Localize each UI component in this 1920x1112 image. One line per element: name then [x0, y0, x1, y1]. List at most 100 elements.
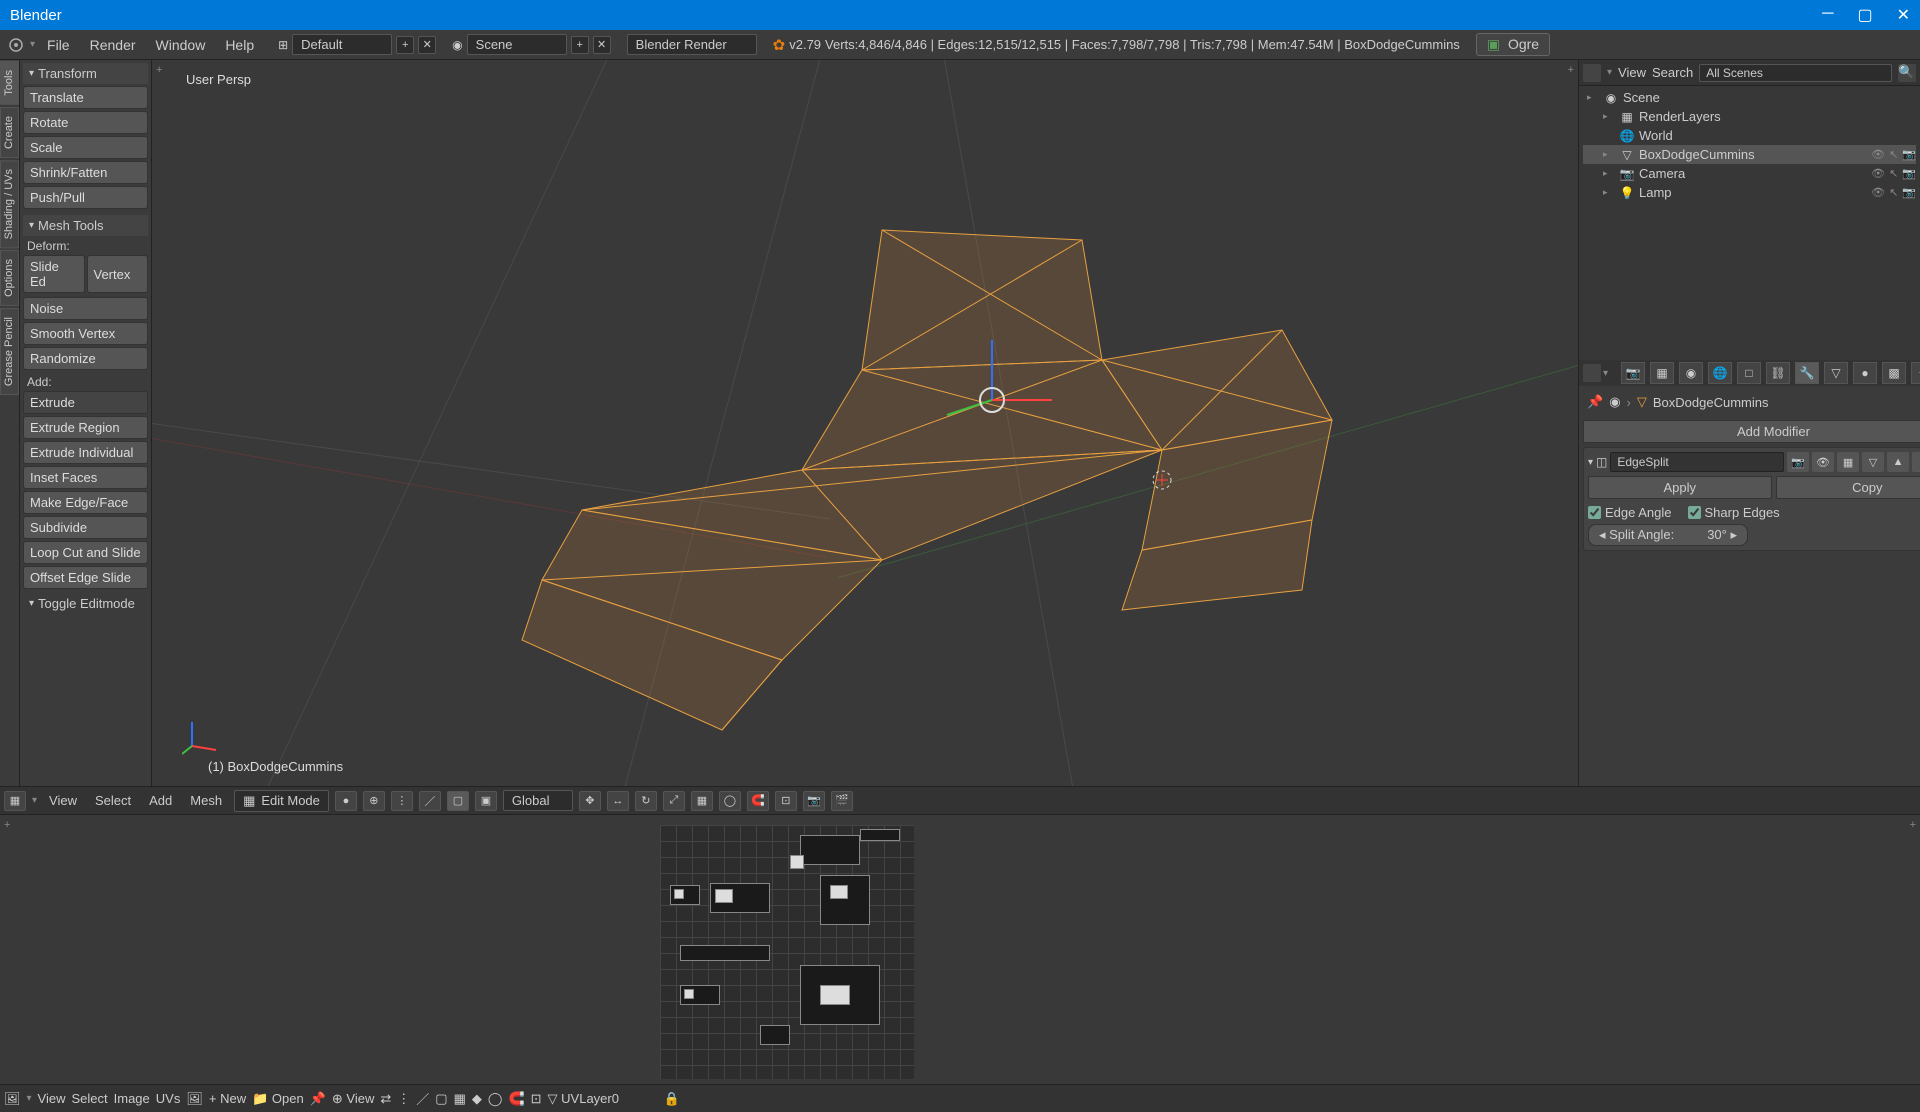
vertex-select-icon[interactable]: ⋮	[391, 791, 413, 811]
properties-editor-icon[interactable]	[1583, 364, 1601, 382]
render-anim-icon[interactable]: 🎬	[831, 791, 853, 811]
scene-add-button[interactable]: +	[571, 36, 589, 54]
panel-history[interactable]: Toggle Editmode	[23, 593, 148, 614]
slide-vertex-button[interactable]: Vertex	[87, 255, 149, 293]
menu-select[interactable]: Select	[72, 1091, 108, 1106]
push-pull-button[interactable]: Push/Pull	[23, 186, 148, 209]
region-toggle-icon[interactable]: +	[4, 819, 10, 831]
tab-tools[interactable]: Tools	[0, 61, 19, 105]
outliner-search-menu[interactable]: Search	[1652, 65, 1693, 80]
subdivide-button[interactable]: Subdivide	[23, 516, 148, 539]
orientation-selector[interactable]: Global	[503, 790, 573, 811]
tab-render[interactable]: 📷	[1621, 362, 1645, 384]
modifier-name-field[interactable]: EdgeSplit	[1610, 452, 1784, 472]
tab-world[interactable]: 🌐	[1708, 362, 1732, 384]
collapse-icon[interactable]: ▾	[1588, 457, 1593, 468]
scale-manip-icon[interactable]: ⤢	[663, 791, 685, 811]
editor-type-icon[interactable]	[6, 35, 26, 55]
open-image-button[interactable]: 📁 Open	[252, 1091, 304, 1107]
tab-grease-pencil[interactable]: Grease Pencil	[0, 308, 19, 395]
render-visibility-icon[interactable]: 📷	[1787, 452, 1809, 472]
shading-selector[interactable]: ●	[335, 791, 357, 811]
render-engine-selector[interactable]: Blender Render	[627, 34, 757, 55]
move-up-icon[interactable]: ▲	[1887, 452, 1909, 472]
eye-icon[interactable]: 👁	[1871, 148, 1885, 161]
search-icon[interactable]: 🔍	[1898, 64, 1916, 82]
cage-icon[interactable]: ▽	[1862, 452, 1884, 472]
manipulator-toggle-icon[interactable]: ✥	[579, 791, 601, 811]
cursor-icon[interactable]: ↖	[1889, 167, 1898, 180]
loop-cut-button[interactable]: Loop Cut and Slide	[23, 541, 148, 564]
panel-mesh-tools[interactable]: Mesh Tools	[23, 215, 148, 236]
slide-edge-button[interactable]: Slide Ed	[23, 255, 85, 293]
split-angle-field[interactable]: ◂ Split Angle: 30° ▸	[1588, 524, 1748, 546]
pin-icon[interactable]: 📌	[1587, 394, 1603, 410]
uv-island-select-icon[interactable]: ▦	[454, 1091, 466, 1107]
screen-layout-icon[interactable]: ⊞	[278, 38, 288, 52]
menu-add[interactable]: Add	[143, 793, 178, 808]
render-icon[interactable]: 📷	[1902, 148, 1916, 161]
shrink-fatten-button[interactable]: Shrink/Fatten	[23, 161, 148, 184]
cursor-icon[interactable]: ↖	[1889, 186, 1898, 199]
menu-select[interactable]: Select	[89, 793, 137, 808]
maximize-button[interactable]: ▢	[1857, 5, 1872, 25]
menu-toggle-icon[interactable]: ▾	[30, 39, 35, 50]
tab-constraints[interactable]: ⛓	[1766, 362, 1790, 384]
noise-button[interactable]: Noise	[23, 297, 148, 320]
tree-row-boxdodgecummins[interactable]: ▸▽BoxDodgeCummins👁↖📷	[1583, 145, 1916, 164]
tree-row-renderlayers[interactable]: ▸▦RenderLayers	[1583, 107, 1916, 126]
layout-add-button[interactable]: +	[396, 36, 414, 54]
render-icon[interactable]: 📷	[1902, 186, 1916, 199]
copy-button[interactable]: Copy	[1776, 476, 1920, 499]
scale-button[interactable]: Scale	[23, 136, 148, 159]
eye-icon[interactable]: 👁	[1871, 167, 1885, 180]
tab-data[interactable]: ▽	[1824, 362, 1848, 384]
view-pivot-selector[interactable]: ⊕ View	[332, 1091, 374, 1107]
eye-icon[interactable]: 👁	[1871, 186, 1885, 199]
pivot-selector[interactable]: ⊕	[363, 791, 385, 811]
snap-icon[interactable]: 🧲	[508, 1091, 524, 1107]
lock-icon[interactable]: 🔒	[664, 1091, 680, 1107]
uv-edge-select-icon[interactable]: ／	[416, 1089, 429, 1108]
tab-shading-uvs[interactable]: Shading / UVs	[0, 160, 19, 248]
tab-render-layers[interactable]: ▦	[1650, 362, 1674, 384]
tree-row-world[interactable]: 🌐World	[1583, 126, 1916, 145]
region-toggle-icon[interactable]: +	[1568, 64, 1574, 76]
viewport-visibility-icon[interactable]: 👁	[1812, 452, 1834, 472]
tab-texture[interactable]: ▩	[1882, 362, 1906, 384]
editor-type-icon[interactable]: 🖼	[4, 1091, 21, 1107]
region-toggle-icon[interactable]: +	[1910, 819, 1916, 831]
uv-editor[interactable]: + + 🖼 ▾ View Select Image UVs 🖼 + New 📁 …	[0, 814, 1920, 1112]
menu-window[interactable]: Window	[148, 35, 214, 55]
scene-selector[interactable]: Scene	[467, 34, 567, 55]
menu-toggle-icon[interactable]: ▾	[27, 1093, 32, 1104]
uv-sticky-icon[interactable]: ◆	[472, 1091, 482, 1107]
smooth-vertex-button[interactable]: Smooth Vertex	[23, 322, 148, 345]
editmode-visibility-icon[interactable]: ▦	[1837, 452, 1859, 472]
translate-manip-icon[interactable]: ↔	[607, 791, 629, 811]
scene-icon[interactable]: ◉	[452, 38, 462, 52]
snap-icon[interactable]: 🧲	[747, 791, 769, 811]
cursor-icon[interactable]: ↖	[1889, 148, 1898, 161]
edge-select-icon[interactable]: ／	[419, 791, 441, 811]
layout-remove-button[interactable]: ✕	[418, 36, 436, 54]
pin-icon[interactable]: 📌	[310, 1091, 326, 1107]
offset-edge-slide-button[interactable]: Offset Edge Slide	[23, 566, 148, 589]
layout-selector[interactable]: Default	[292, 34, 392, 55]
uv-face-select-icon[interactable]: ▢	[435, 1091, 447, 1107]
uv-vertex-select-icon[interactable]: ⋮	[397, 1091, 410, 1107]
menu-image[interactable]: Image	[114, 1091, 150, 1106]
region-toggle-icon[interactable]: +	[156, 64, 162, 76]
rotate-manip-icon[interactable]: ↻	[635, 791, 657, 811]
tab-scene[interactable]: ◉	[1679, 362, 1703, 384]
menu-render[interactable]: Render	[82, 35, 144, 55]
outliner-filter[interactable]: All Scenes	[1699, 64, 1892, 82]
menu-toggle-icon[interactable]: ▾	[1603, 368, 1608, 379]
outliner-editor-icon[interactable]	[1583, 64, 1601, 82]
make-edge-face-button[interactable]: Make Edge/Face	[23, 491, 148, 514]
tab-object[interactable]: □	[1737, 362, 1761, 384]
menu-file[interactable]: File	[39, 35, 78, 55]
apply-button[interactable]: Apply	[1588, 476, 1772, 499]
tab-material[interactable]: ●	[1853, 362, 1877, 384]
inset-faces-button[interactable]: Inset Faces	[23, 466, 148, 489]
